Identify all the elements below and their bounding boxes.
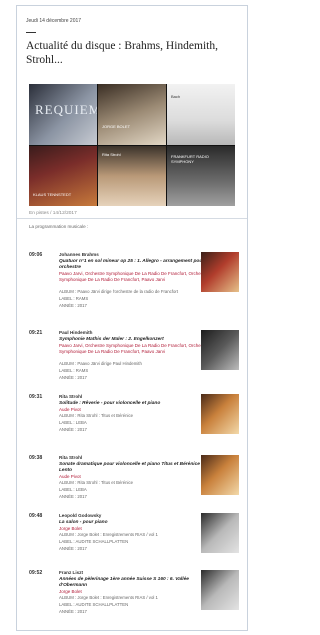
item-performers[interactable]: Jorge Bolet bbox=[59, 589, 209, 595]
item-composer[interactable]: Franz Liszt bbox=[59, 570, 83, 575]
album-thumbnail[interactable] bbox=[201, 455, 239, 495]
item-album: ALBUM : Rita Strohl : Titus et Bérénice bbox=[59, 413, 134, 418]
item-time: 09:52 bbox=[29, 570, 43, 576]
cover-text: JORGE BOLET bbox=[102, 124, 131, 129]
album-cover: Rita Strohl bbox=[98, 145, 166, 206]
album-cover: JORGE BOLET bbox=[98, 84, 166, 145]
item-performers[interactable]: Aude Pivot bbox=[59, 474, 209, 480]
playlist-item[interactable]: 09:38 Rita Strohl Sonate dramatique pour… bbox=[17, 449, 247, 504]
item-album: ALBUM : Paavo Järvi dirige l'orchestre d… bbox=[59, 289, 179, 294]
album-cover: KLAUS TENNSTEDT bbox=[29, 145, 97, 206]
album-thumbnail[interactable] bbox=[201, 330, 239, 370]
playlist-item[interactable]: 09:48 Leopold Godowsky La salon - pour p… bbox=[17, 507, 247, 562]
album-thumbnail[interactable] bbox=[201, 513, 239, 553]
item-label: LABEL : AUDITE SCHALLPLATTEN bbox=[59, 602, 129, 607]
item-year: ANNÉE : 2017 bbox=[59, 375, 87, 380]
item-label: LABEL : RAMS bbox=[59, 368, 89, 373]
item-composer[interactable]: Johannes Brahms bbox=[59, 252, 99, 257]
item-composer[interactable]: Paul Hindemith bbox=[59, 330, 92, 335]
program-heading: La programmation musicale : bbox=[29, 224, 89, 229]
item-year: ANNÉE : 2017 bbox=[59, 494, 87, 499]
title-divider bbox=[26, 32, 36, 33]
item-composer[interactable]: Rita Strohl bbox=[59, 455, 82, 460]
item-performers[interactable]: Paavo Jarvi, Orchestre Symphonique De La… bbox=[59, 343, 209, 354]
item-time: 09:38 bbox=[29, 455, 43, 461]
article-title[interactable]: Actualité du disque : Brahms, Hindemith,… bbox=[26, 39, 236, 67]
album-thumbnail[interactable] bbox=[201, 570, 239, 610]
cover-text: FRANKFURT RADIO SYMPHONY bbox=[171, 153, 209, 164]
cover-text: KLAUS TENNSTEDT bbox=[33, 191, 72, 197]
cover-text: REQUIEM bbox=[35, 102, 97, 117]
item-work-title[interactable]: Années de pèlerinage 1ère année Suisse S… bbox=[59, 577, 209, 589]
album-cover: Bach bbox=[167, 84, 235, 145]
item-album: ALBUM : Rita Strohl : Titus et Bérénice bbox=[59, 480, 134, 485]
item-time: 09:48 bbox=[29, 513, 43, 519]
article-date: Jeudi 14 décembre 2017 bbox=[26, 18, 82, 24]
playlist-item[interactable]: 09:21 Paul Hindemith Symphonie Mathis de… bbox=[17, 324, 247, 380]
album-thumbnail[interactable] bbox=[201, 252, 239, 292]
album-thumbnail[interactable] bbox=[201, 394, 239, 434]
item-album: ALBUM : Jorge Bolet : Enregistrements RI… bbox=[59, 532, 158, 537]
item-year: ANNÉE : 2017 bbox=[59, 303, 87, 308]
cover-text: Rita Strohl bbox=[102, 151, 121, 157]
album-cover: FRANKFURT RADIO SYMPHONY bbox=[167, 145, 235, 206]
cover-text: Bach bbox=[171, 94, 181, 99]
item-album: ALBUM : Jorge Bolet : Enregistrements RI… bbox=[59, 595, 158, 600]
article-card: Jeudi 14 décembre 2017 Actualité du disq… bbox=[16, 5, 248, 631]
item-time: 09:31 bbox=[29, 394, 43, 400]
item-performers[interactable]: Paavo Jarvi, Orchestre Symphonique De La… bbox=[59, 271, 209, 282]
playlist-item[interactable]: 09:52 Franz Liszt Années de pèlerinage 1… bbox=[17, 564, 247, 619]
item-composer[interactable]: Rita Strohl bbox=[59, 394, 82, 399]
playlist-item[interactable]: 09:06 Johannes Brahms Quatuor n°1 en sol… bbox=[17, 246, 247, 308]
item-composer[interactable]: Leopold Godowsky bbox=[59, 513, 101, 518]
item-label: LABEL : LEBA bbox=[59, 420, 87, 425]
album-cover: REQUIEM bbox=[29, 84, 97, 145]
item-time: 09:06 bbox=[29, 252, 43, 258]
item-year: ANNÉE : 2017 bbox=[59, 427, 87, 432]
item-label: LABEL : AUDITE SCHALLPLATTEN bbox=[59, 539, 129, 544]
section-divider bbox=[17, 218, 247, 219]
item-performers[interactable]: Aude Pivot bbox=[59, 407, 209, 413]
item-work-title[interactable]: Sonate dramatique pour violoncelle et pi… bbox=[59, 462, 209, 474]
item-time: 09:21 bbox=[29, 330, 43, 336]
playlist-item[interactable]: 09:31 Rita Strohl Solitude : Rêverie - p… bbox=[17, 388, 247, 443]
item-label: LABEL : LEBA bbox=[59, 487, 87, 492]
item-label: LABEL : RAMS bbox=[59, 296, 89, 301]
item-performers[interactable]: Jorge Bolet bbox=[59, 526, 209, 532]
album-cover-collage[interactable]: REQUIEM JORGE BOLET Bach KLAUS TENNSTEDT… bbox=[29, 84, 235, 206]
article-caption: En pistes / 14/12/2017 bbox=[29, 211, 77, 216]
item-year: ANNÉE : 2017 bbox=[59, 546, 87, 551]
item-album: ALBUM : Paavo Järvi dirige Paul Hindemit… bbox=[59, 361, 142, 366]
item-work-title[interactable]: Quatuor n°1 en sol mineur op 25 : 1. All… bbox=[59, 259, 209, 271]
item-year: ANNÉE : 2017 bbox=[59, 609, 87, 614]
